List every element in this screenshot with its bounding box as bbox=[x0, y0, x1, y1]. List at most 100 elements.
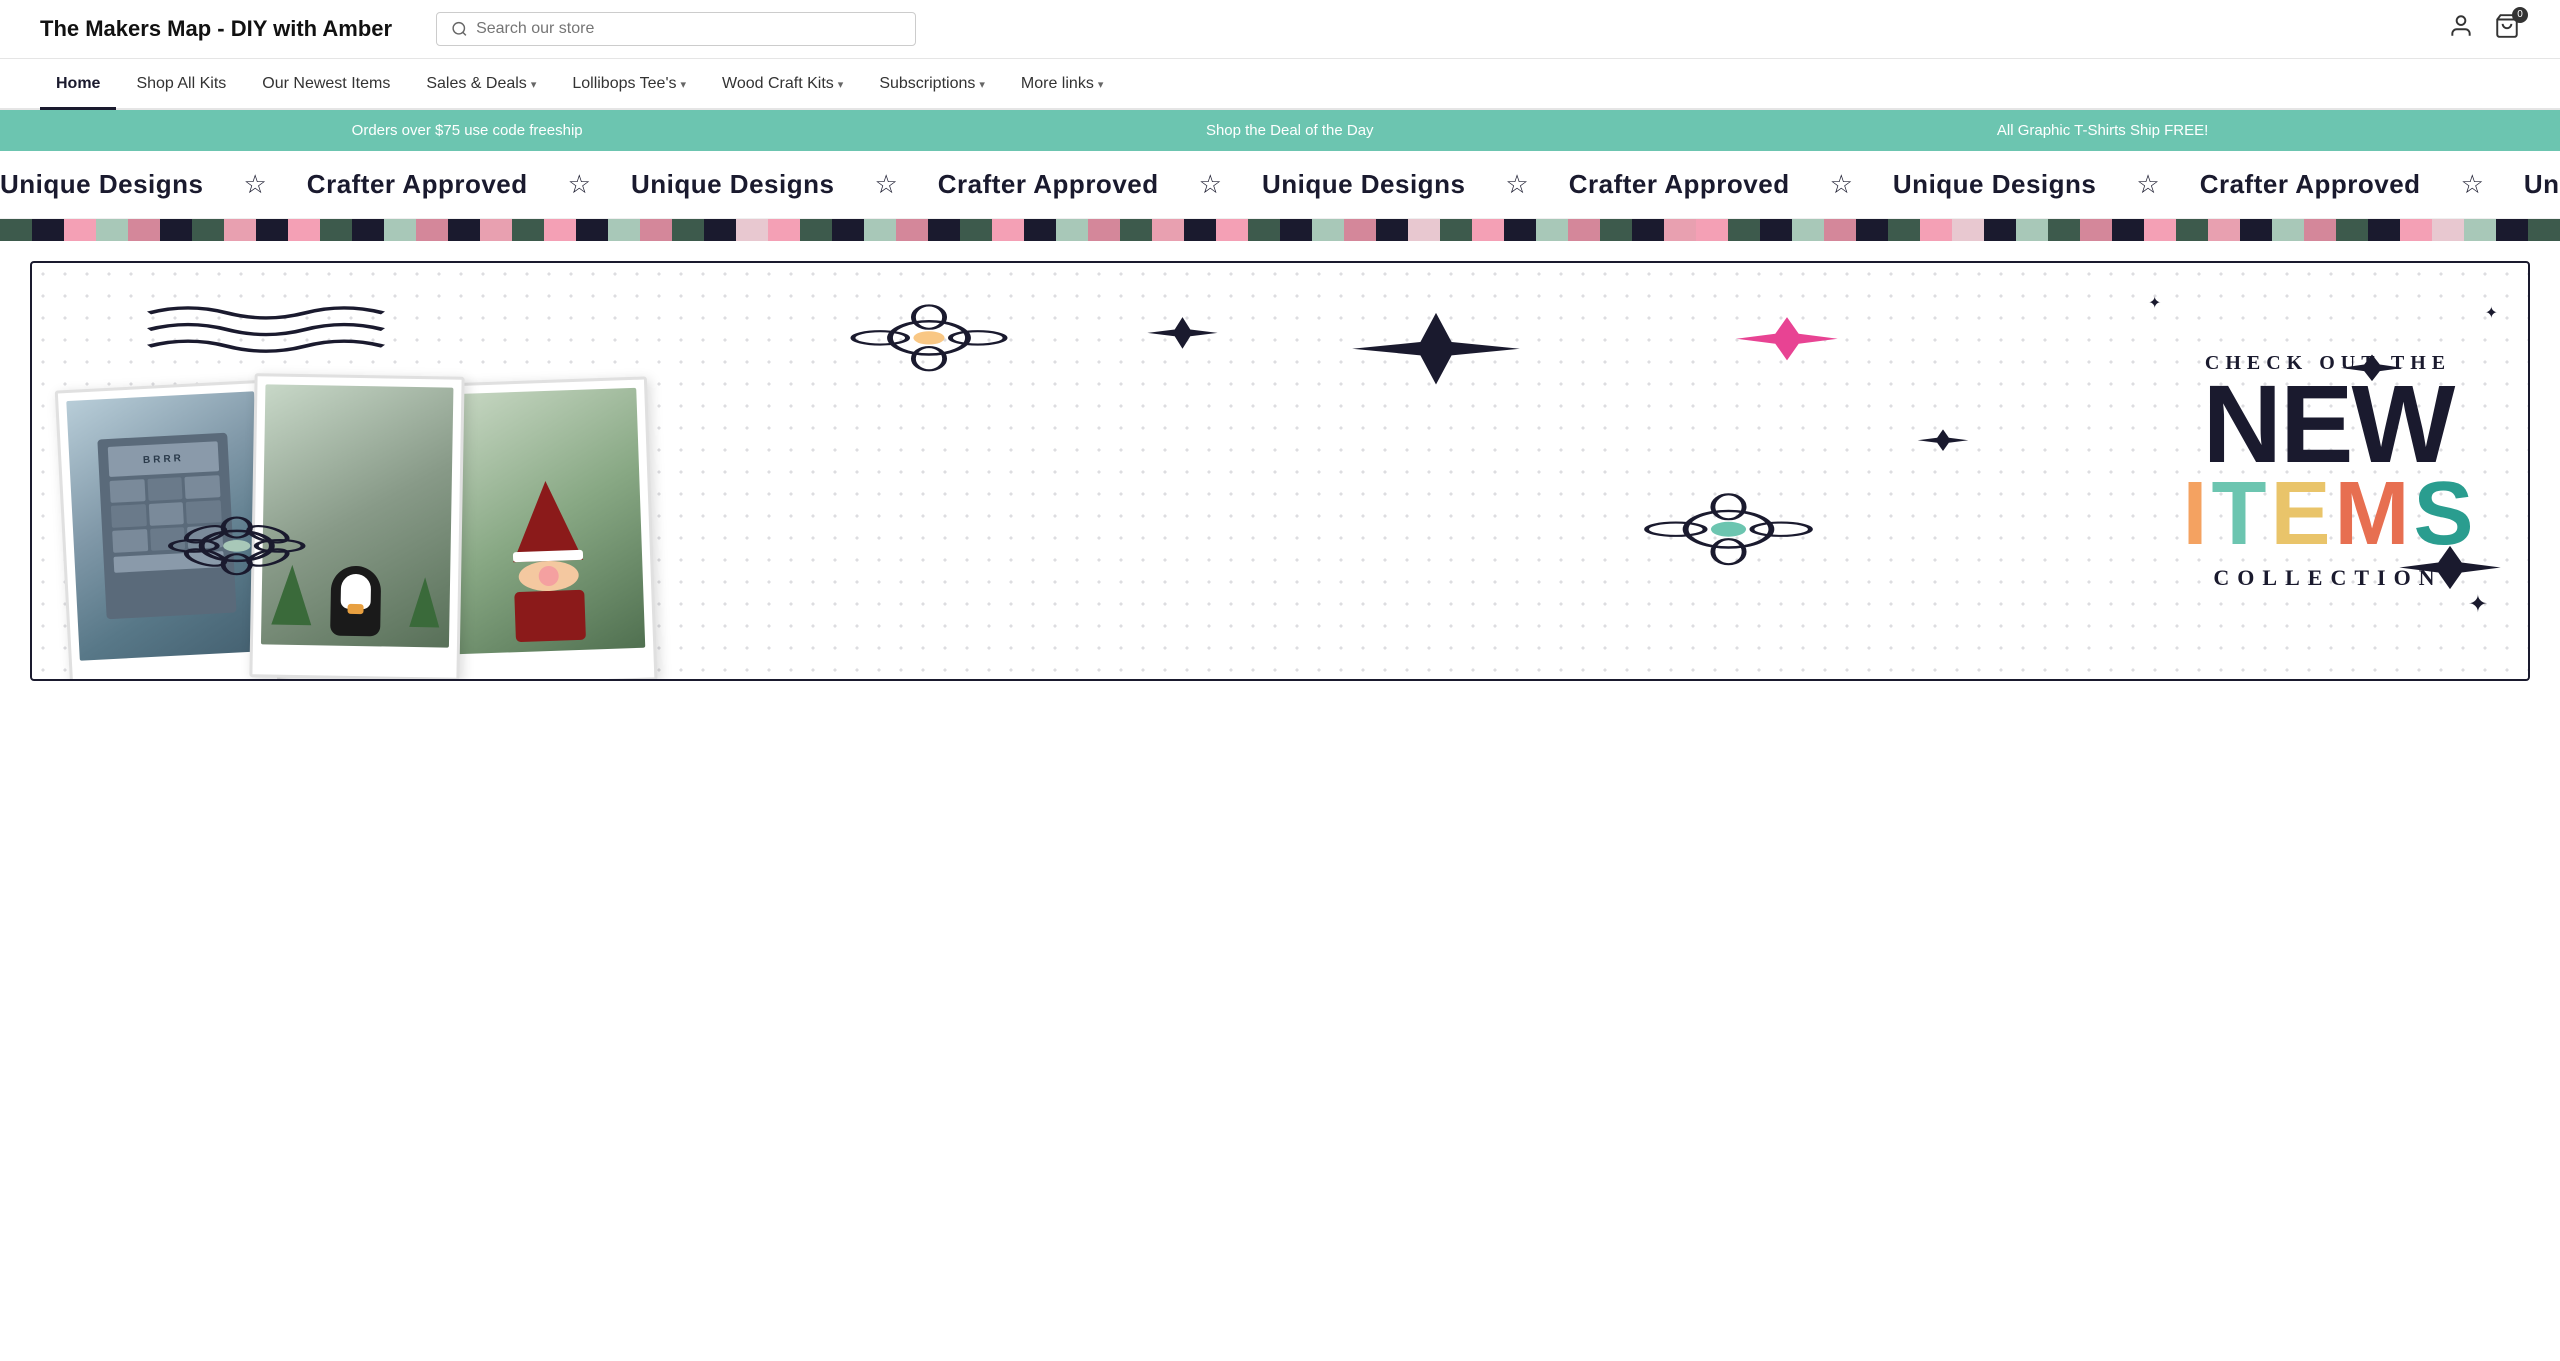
star-icon-4: ☆ bbox=[1199, 169, 1222, 200]
hero-items-label: ITEMS bbox=[2182, 474, 2473, 555]
color-segment bbox=[1056, 219, 1088, 241]
search-icon bbox=[451, 20, 468, 38]
sparkle-icon-tr: ✦ bbox=[2485, 303, 2498, 323]
color-segment bbox=[0, 219, 32, 241]
site-logo[interactable]: The Makers Map - DIY with Amber bbox=[40, 16, 392, 42]
color-segment bbox=[2144, 219, 2176, 241]
color-segment bbox=[2496, 219, 2528, 241]
hero-new-label: NEW bbox=[2203, 375, 2454, 474]
letter-s: S bbox=[2413, 474, 2473, 555]
product-photo-3 bbox=[448, 388, 645, 654]
sparkle-icon-br: ✦ bbox=[2468, 590, 2488, 619]
chevron-down-icon: ▾ bbox=[531, 78, 537, 91]
chevron-down-icon: ▾ bbox=[838, 78, 844, 91]
color-segment bbox=[480, 219, 512, 241]
color-segment bbox=[1376, 219, 1408, 241]
nav-item-more-links[interactable]: More links ▾ bbox=[1005, 61, 1119, 110]
sparkle-icon-tl: ✦ bbox=[2148, 293, 2161, 313]
star-icon-8: ☆ bbox=[2461, 169, 2484, 200]
color-segment bbox=[928, 219, 960, 241]
star-icon-5: ☆ bbox=[1505, 169, 1528, 200]
marquee-text-6: Crafter Approved bbox=[1569, 169, 1790, 200]
cart-button[interactable]: 0 bbox=[2494, 13, 2520, 46]
letter-t: T bbox=[2211, 474, 2266, 555]
color-segment bbox=[1760, 219, 1792, 241]
color-segment bbox=[160, 219, 192, 241]
color-segment bbox=[2016, 219, 2048, 241]
star-icon-6: ☆ bbox=[1830, 169, 1853, 200]
color-segment bbox=[352, 219, 384, 241]
marquee-text-3: Unique Designs bbox=[631, 169, 834, 200]
header-icons: 0 bbox=[2448, 13, 2520, 46]
color-segment bbox=[1088, 219, 1120, 241]
marquee-text-4: Crafter Approved bbox=[938, 169, 1159, 200]
star-icon-3: ☆ bbox=[874, 169, 897, 200]
hero-text-panel: ✦ ✦ CHECK OUT THE NEW ITEMS COLLECTION ✦ bbox=[2128, 263, 2528, 679]
color-segment bbox=[768, 219, 800, 241]
search-input[interactable] bbox=[476, 20, 901, 38]
nav-item-shop-all-kits[interactable]: Shop All Kits bbox=[120, 61, 242, 110]
color-segment bbox=[2208, 219, 2240, 241]
color-segment bbox=[224, 219, 256, 241]
color-segment bbox=[1248, 219, 1280, 241]
color-segment bbox=[832, 219, 864, 241]
color-segment bbox=[1536, 219, 1568, 241]
nav-item-newest-items[interactable]: Our Newest Items bbox=[246, 61, 406, 110]
color-segment bbox=[736, 219, 768, 241]
account-button[interactable] bbox=[2448, 13, 2474, 46]
color-segment bbox=[384, 219, 416, 241]
color-segment bbox=[1664, 219, 1696, 241]
color-segment bbox=[2272, 219, 2304, 241]
color-segment bbox=[2176, 219, 2208, 241]
color-segment bbox=[1792, 219, 1824, 241]
color-segment bbox=[2112, 219, 2144, 241]
color-segment bbox=[2528, 219, 2560, 241]
color-segment bbox=[1312, 219, 1344, 241]
color-segment bbox=[2400, 219, 2432, 241]
nav-item-sales[interactable]: Sales & Deals ▾ bbox=[410, 61, 552, 110]
hero-inner: BRRR bbox=[30, 261, 2530, 681]
color-segment bbox=[256, 219, 288, 241]
nav-item-subscriptions[interactable]: Subscriptions ▾ bbox=[863, 61, 1001, 110]
hero-collection-label: COLLECTION bbox=[2213, 565, 2442, 591]
color-segment bbox=[2464, 219, 2496, 241]
color-segment bbox=[1440, 219, 1472, 241]
color-segment bbox=[1152, 219, 1184, 241]
marquee-track: Unique Designs ☆ Crafter Approved ☆ Uniq… bbox=[0, 169, 2560, 200]
color-segment bbox=[1504, 219, 1536, 241]
nav-item-tees[interactable]: Lollibops Tee's ▾ bbox=[556, 61, 702, 110]
marquee-text-7: Unique Designs bbox=[1893, 169, 2096, 200]
color-segment bbox=[864, 219, 896, 241]
site-header: The Makers Map - DIY with Amber 0 bbox=[0, 0, 2560, 59]
search-bar[interactable] bbox=[436, 12, 916, 46]
nav-item-wood-craft[interactable]: Wood Craft Kits ▾ bbox=[706, 61, 859, 110]
polaroid-2 bbox=[249, 373, 464, 681]
color-segment bbox=[128, 219, 160, 241]
announcement-2[interactable]: Shop the Deal of the Day bbox=[1206, 122, 1374, 139]
user-icon bbox=[2448, 13, 2474, 39]
announcement-1[interactable]: Orders over $75 use code freeship bbox=[352, 122, 583, 139]
color-segment bbox=[1472, 219, 1504, 241]
color-bar bbox=[0, 219, 2560, 241]
nav-item-home[interactable]: Home bbox=[40, 61, 116, 110]
color-segment bbox=[288, 219, 320, 241]
color-segment bbox=[1024, 219, 1056, 241]
star-icon-1: ☆ bbox=[243, 169, 266, 200]
color-segment bbox=[1600, 219, 1632, 241]
hero-photos: BRRR bbox=[32, 263, 2128, 679]
color-segment bbox=[192, 219, 224, 241]
chevron-down-icon: ▾ bbox=[979, 78, 985, 91]
color-segment bbox=[1824, 219, 1856, 241]
announcement-3[interactable]: All Graphic T-Shirts Ship FREE! bbox=[1997, 122, 2208, 139]
color-segment bbox=[608, 219, 640, 241]
color-segment bbox=[32, 219, 64, 241]
color-segment bbox=[1216, 219, 1248, 241]
marquee-text-2: Crafter Approved bbox=[307, 169, 528, 200]
color-segment bbox=[320, 219, 352, 241]
color-segment bbox=[2304, 219, 2336, 241]
color-segment bbox=[416, 219, 448, 241]
color-segment bbox=[640, 219, 672, 241]
color-segment bbox=[992, 219, 1024, 241]
color-segment bbox=[64, 219, 96, 241]
marquee-text-9: Unique Designs bbox=[2524, 169, 2560, 200]
